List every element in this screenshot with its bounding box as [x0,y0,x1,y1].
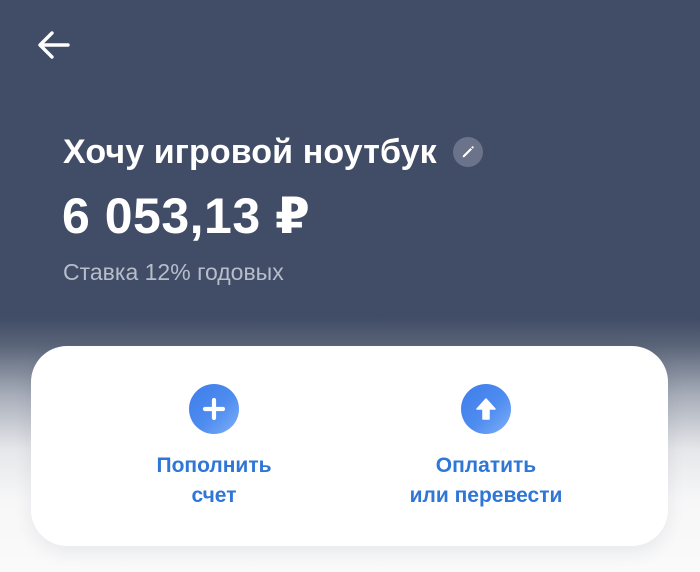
pay-label-line1: Оплатить [435,454,537,477]
arrow-up-icon [461,384,511,434]
pay-label-line2: или перевести [409,484,563,507]
topup-label: Пополнить счет [156,451,271,511]
pay-label: Оплатить или перевести [410,451,563,511]
plus-icon [189,384,239,434]
topup-label-line1: Пополнить [156,454,272,477]
edit-title-button[interactable] [452,137,483,167]
topup-button[interactable]: Пополнить счет [114,346,314,546]
back-button[interactable] [30,22,78,68]
arrow-left-icon [37,30,71,60]
actions-card: Пополнить счет Оплатить или перевести [31,346,668,546]
title-row: Хочу игровой ноутбук [63,130,483,174]
pencil-icon [460,144,476,160]
interest-rate: Ставка 12% годовых [63,259,284,285]
pay-or-transfer-button[interactable]: Оплатить или перевести [361,346,611,546]
topup-label-line2: счет [191,484,237,507]
account-title: Хочу игровой ноутбук [63,133,437,171]
account-balance: 6 053,13 ₽ [62,188,311,244]
